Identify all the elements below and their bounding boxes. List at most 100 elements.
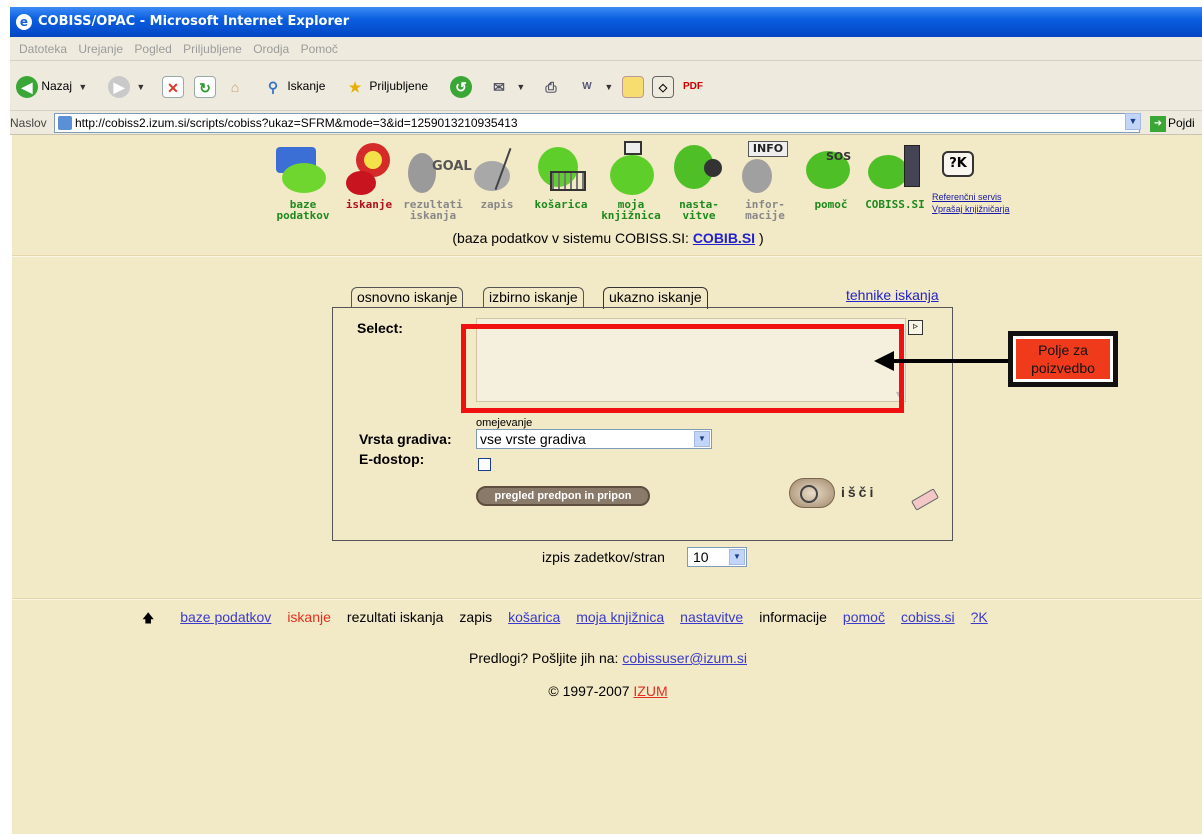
eraser-icon[interactable] — [910, 488, 940, 511]
tab-command-search[interactable]: ukazno iskanje — [603, 287, 708, 309]
ask-librarian-link[interactable]: Vprašaj knjižničarja — [932, 203, 1010, 215]
bottom-nav-item[interactable]: pomoč — [843, 607, 885, 627]
bottom-nav-item[interactable]: košarica — [508, 607, 560, 627]
url-input[interactable]: http://cobiss2.izum.si/scripts/cobiss?uk… — [54, 113, 1140, 133]
url-text: http://cobiss2.izum.si/scripts/cobiss?uk… — [75, 116, 518, 130]
pdf-button[interactable]: PDF — [682, 73, 704, 99]
material-type-select[interactable]: vse vrste gradiva ▼ — [476, 429, 712, 449]
back-button[interactable]: ◀ Nazaj ▼ — [16, 73, 87, 99]
history-icon: ↺ — [450, 75, 472, 98]
nav-cobiss-si[interactable]: COBISS.SI — [864, 141, 926, 210]
forward-arrow-icon: ▶ — [108, 75, 130, 98]
tab-selective-search[interactable]: izbirno iskanje — [483, 287, 584, 307]
bottom-nav-item[interactable]: baze podatkov — [180, 607, 271, 627]
pdf-icon: PDF — [683, 80, 703, 92]
izum-link[interactable]: IZUM — [633, 683, 667, 699]
word-button[interactable]: W ▼ — [576, 73, 613, 99]
bottom-nav-item[interactable]: ?K — [971, 607, 988, 627]
stop-button[interactable]: ✕ — [162, 73, 184, 99]
annotation-arrow — [892, 359, 1008, 363]
results-per-page-value: 10 — [693, 549, 709, 565]
eaccess-checkbox[interactable] — [478, 458, 491, 471]
back-arrow-icon: ◀ — [16, 75, 38, 98]
eaccess-label: E-dostop: — [359, 451, 425, 467]
restrict-label: omejevanje — [476, 417, 533, 429]
notes-button[interactable] — [622, 73, 644, 99]
star-icon: ★ — [348, 78, 362, 95]
database-line: (baza podatkov v sistemu COBISS.SI: COBI… — [12, 230, 1202, 246]
nav-label: knjižnica — [601, 209, 661, 222]
search-button[interactable]: ⚲ Iskanje — [262, 73, 326, 99]
goal-icon: GOAL — [402, 141, 472, 197]
nav-results[interactable]: GOAL rezultati iskanja — [402, 141, 472, 221]
chevron-down-icon[interactable]: ▼ — [729, 549, 745, 565]
back-label: Nazaj — [41, 79, 73, 93]
magnifier-icon — [338, 141, 400, 197]
menu-tools[interactable]: Orodja — [249, 37, 293, 61]
chevron-down-icon[interactable]: ▼ — [136, 82, 145, 92]
menu-file[interactable]: Datoteka — [15, 37, 71, 61]
menu-view[interactable]: Pogled — [130, 37, 175, 61]
refresh-button[interactable]: ↻ — [194, 73, 216, 99]
nav-cart[interactable]: košarica — [528, 141, 594, 210]
chevron-down-icon[interactable]: ▼ — [604, 82, 613, 92]
annotation-callout: Polje za poizvedbo — [1008, 331, 1118, 387]
tab-basic-search[interactable]: osnovno iskanje — [351, 287, 464, 307]
messenger-button[interactable]: ◇ — [652, 73, 674, 99]
nav-search[interactable]: iskanje — [338, 141, 400, 210]
record-icon — [468, 141, 530, 197]
copyright-text: © 1997-2007 — [548, 683, 630, 699]
word-icon: W — [582, 80, 592, 92]
prefix-suffix-button[interactable]: pregled predpon in pripon — [476, 486, 650, 506]
favorites-button[interactable]: ★ Priljubljene — [344, 73, 428, 99]
nav-label: COBISS.SI — [865, 198, 925, 211]
ref-badge-icon[interactable]: ?K — [942, 151, 974, 177]
nav-my-library[interactable]: moja knjižnica — [598, 141, 664, 221]
nav-record[interactable]: zapis — [468, 141, 526, 210]
magnifier-icon — [789, 478, 835, 508]
bottom-nav-item[interactable]: iskanje — [287, 607, 331, 627]
ref-service-link[interactable]: Referenčni servis — [932, 191, 1010, 203]
feedback-email-link[interactable]: cobissuser@izum.si — [622, 650, 747, 666]
search-techniques-link[interactable]: tehnike iskanja — [846, 287, 939, 303]
ref-service-links: Referenčni servis Vprašaj knjižničarja — [932, 191, 1010, 215]
settings-icon — [668, 141, 730, 197]
divider — [12, 598, 1202, 600]
history-button[interactable]: ↺ — [450, 73, 472, 99]
print-button[interactable]: ⎙ — [540, 73, 562, 99]
annotation-arrow-head — [874, 351, 894, 371]
bottom-nav-item[interactable]: moja knjižnica — [576, 607, 664, 627]
nav-label: zapis — [480, 198, 514, 211]
nav-databases[interactable]: baze podatkov — [272, 141, 334, 221]
address-bar: Naslov http://cobiss2.izum.si/scripts/co… — [10, 111, 1202, 135]
forward-button[interactable]: ▶ ▼ — [108, 73, 145, 99]
copyright-line: © 1997-2007 IZUM — [12, 683, 1202, 699]
help-window-icon[interactable]: ▹ — [908, 320, 923, 335]
search-submit-button[interactable]: išči — [789, 476, 904, 512]
mail-button[interactable]: ✉ ▼ — [488, 73, 525, 99]
home-button[interactable]: ⌂ — [224, 73, 246, 99]
up-arrow-icon[interactable]: 🡅 — [142, 608, 154, 628]
go-button[interactable]: ➜ Pojdi — [1150, 114, 1195, 132]
bottom-nav-item[interactable]: nastavitve — [680, 607, 743, 627]
chevron-down-icon[interactable]: ▼ — [516, 82, 525, 92]
bottom-nav-item[interactable]: cobiss.si — [901, 607, 955, 627]
search-submit-label: išči — [841, 484, 877, 500]
chevron-down-icon[interactable]: ▼ — [694, 431, 710, 447]
menu-favorites[interactable]: Priljubljene — [179, 37, 246, 61]
nav-info[interactable]: INFO infor- macije — [734, 141, 796, 221]
mail-icon: ✉ — [493, 78, 505, 95]
nav-help[interactable]: SOS pomoč — [800, 141, 862, 210]
results-per-page-select[interactable]: 10 ▼ — [687, 547, 747, 567]
page-icon — [58, 116, 72, 130]
url-dropdown-button[interactable]: ▼ — [1125, 113, 1141, 130]
exit-icon — [864, 141, 926, 197]
database-link[interactable]: COBIB.SI — [693, 230, 755, 246]
menu-edit[interactable]: Urejanje — [74, 37, 127, 61]
cart-icon — [530, 141, 592, 197]
chevron-down-icon[interactable]: ▼ — [78, 82, 87, 92]
info-icon: INFO — [734, 141, 796, 197]
menu-help[interactable]: Pomoč — [297, 37, 342, 61]
nav-settings[interactable]: nasta- vitve — [668, 141, 730, 221]
feedback-text: Predlogi? Pošljite jih na: — [469, 650, 619, 666]
